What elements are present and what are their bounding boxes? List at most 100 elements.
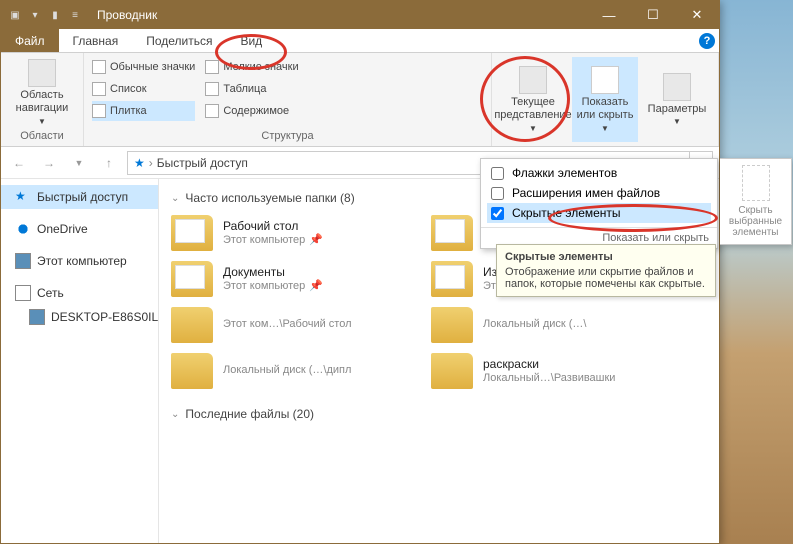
dropdown-item-hidden[interactable]: Скрытые элементы — [487, 203, 711, 223]
chevron-down-icon: ▼ — [38, 117, 46, 126]
folder-icon — [431, 307, 473, 343]
share-tab[interactable]: Поделиться — [132, 29, 226, 52]
dropdown-icon[interactable]: ▾ — [27, 7, 43, 23]
separator-icon: ▮ — [47, 7, 63, 23]
folder-item[interactable]: Локальный диск (…\ — [431, 307, 671, 343]
section-title: Часто используемые папки (8) — [185, 191, 354, 205]
sidebar-item-onedrive[interactable]: OneDrive — [1, 217, 158, 241]
sidebar-label: Сеть — [37, 286, 64, 300]
sidebar-label: DESKTOP-E86S0IL — [51, 310, 158, 324]
file-tab[interactable]: Файл — [1, 29, 59, 52]
folder-icon — [171, 215, 213, 251]
folder-item[interactable]: Рабочий столЭтот компьютер📌 — [171, 215, 411, 251]
help-icon: ? — [699, 33, 715, 49]
breadcrumb-path: Быстрый доступ — [157, 156, 248, 170]
show-hide-dropdown: Флажки элементов Расширения имен файлов … — [480, 158, 718, 249]
chevron-down-icon: ⌄ — [171, 193, 179, 204]
sidebar-item-desktop-pc[interactable]: DESKTOP-E86S0IL — [1, 305, 158, 329]
layout-table[interactable]: Таблица — [205, 79, 298, 99]
chevron-right-icon: › — [149, 156, 153, 170]
options-label: Параметры — [648, 103, 707, 116]
table-icon — [205, 82, 219, 96]
tooltip-title: Скрытые элементы — [505, 251, 707, 263]
icons-icon — [92, 60, 106, 74]
back-button[interactable]: ← — [7, 151, 31, 175]
window-controls: — ☐ ✕ — [587, 1, 719, 29]
current-view-icon — [519, 66, 547, 94]
chevron-down-icon: ▼ — [673, 117, 681, 126]
up-button[interactable]: ↑ — [97, 151, 121, 175]
quick-access-toolbar: ▣ ▾ ▮ ≡ — [1, 7, 89, 23]
current-view-label: Текущее представление — [494, 96, 571, 121]
home-tab[interactable]: Главная — [59, 29, 133, 52]
close-button[interactable]: ✕ — [675, 1, 719, 29]
options-button[interactable]: Параметры ▼ — [644, 57, 710, 142]
sidebar-item-quick-access[interactable]: ★ Быстрый доступ — [1, 185, 158, 209]
navigation-pane-label: Область навигации — [9, 89, 75, 114]
pin-icon: 📌 — [309, 234, 323, 246]
layout-small-icons[interactable]: Мелкие значки — [205, 57, 298, 77]
pin-icon: 📌 — [309, 280, 323, 292]
folder-item[interactable]: раскраскиЛокальный…\Развивашки — [431, 353, 671, 389]
section-recent-files[interactable]: ⌄ Последние файлы (20) — [171, 407, 707, 421]
titlebar: ▣ ▾ ▮ ≡ Проводник — ☐ ✕ — [1, 1, 719, 29]
folder-icon — [431, 261, 473, 297]
sidebar-item-network[interactable]: Сеть — [1, 281, 158, 305]
cloud-icon — [15, 221, 31, 237]
current-view-button[interactable]: Текущее представление ▼ — [500, 57, 566, 142]
sidebar-item-thispc[interactable]: Этот компьютер — [1, 249, 158, 273]
show-hide-icon — [591, 66, 619, 94]
folder-item[interactable]: ДокументыЭтот компьютер📌 — [171, 261, 411, 297]
folder-item[interactable]: Локальный диск (…\дипл — [171, 353, 411, 389]
list-icon — [92, 82, 106, 96]
help-button[interactable]: ? — [695, 29, 719, 52]
sidebar-label: OneDrive — [37, 222, 88, 236]
window-title: Проводник — [97, 8, 157, 22]
folder-icon — [171, 353, 213, 389]
group-label-areas: Области — [9, 128, 75, 142]
minimize-button[interactable]: — — [587, 1, 631, 29]
ribbon-group-view: Текущее представление ▼ Показать или скр… — [492, 53, 719, 146]
sidebar-label: Этот компьютер — [37, 254, 127, 268]
tooltip-body: Отображение или скрытие файлов и папок, … — [505, 266, 707, 290]
dropdown-item-extensions[interactable]: Расширения имен файлов — [487, 183, 711, 203]
forward-button[interactable]: → — [37, 151, 61, 175]
chevron-down-icon: ▼ — [601, 124, 609, 133]
folder-icon — [431, 353, 473, 389]
icons-icon — [205, 60, 219, 74]
computer-icon — [15, 253, 31, 269]
recent-locations-button[interactable]: ▼ — [67, 151, 91, 175]
computer-icon — [29, 309, 45, 325]
show-hide-button[interactable]: Показать или скрыть ▼ — [572, 57, 638, 142]
folder-icon — [431, 215, 473, 251]
content-icon — [205, 104, 219, 118]
ribbon-tabs: Файл Главная Поделиться Вид ? — [1, 29, 719, 53]
hide-selected-panel[interactable]: Скрыть выбранные элементы — [720, 158, 792, 245]
folder-icon — [171, 307, 213, 343]
layout-options: Обычные значки Мелкие значки Список Табл… — [92, 57, 299, 128]
checkbox[interactable] — [491, 207, 504, 220]
layout-list[interactable]: Список — [92, 79, 195, 99]
layout-tile[interactable]: Плитка — [92, 101, 195, 121]
section-title: Последние файлы (20) — [185, 407, 314, 421]
navigation-pane-button[interactable]: Область навигации ▼ — [9, 57, 75, 128]
ribbon-group-layout: Обычные значки Мелкие значки Список Табл… — [84, 53, 492, 146]
maximize-button[interactable]: ☐ — [631, 1, 675, 29]
checkbox[interactable] — [491, 167, 504, 180]
checkbox[interactable] — [491, 187, 504, 200]
sidebar-label: Быстрый доступ — [37, 190, 128, 204]
folder-item[interactable]: Этот ком…\Рабочий стол — [171, 307, 411, 343]
hide-selected-label: Скрыть выбранные элементы — [729, 205, 782, 238]
customize-icon[interactable]: ≡ — [67, 7, 83, 23]
tooltip: Скрытые элементы Отображение или скрытие… — [496, 244, 716, 297]
tile-icon — [92, 104, 106, 118]
network-icon — [15, 285, 31, 301]
layout-regular-icons[interactable]: Обычные значки — [92, 57, 195, 77]
layout-content[interactable]: Содержимое — [205, 101, 298, 121]
group-label-layout: Структура — [92, 128, 483, 142]
dropdown-item-checkboxes[interactable]: Флажки элементов — [487, 163, 711, 183]
navigation-pane-icon — [28, 59, 56, 87]
chevron-down-icon: ⌄ — [171, 409, 179, 420]
view-tab[interactable]: Вид — [226, 29, 276, 52]
chevron-down-icon: ▼ — [529, 124, 537, 133]
